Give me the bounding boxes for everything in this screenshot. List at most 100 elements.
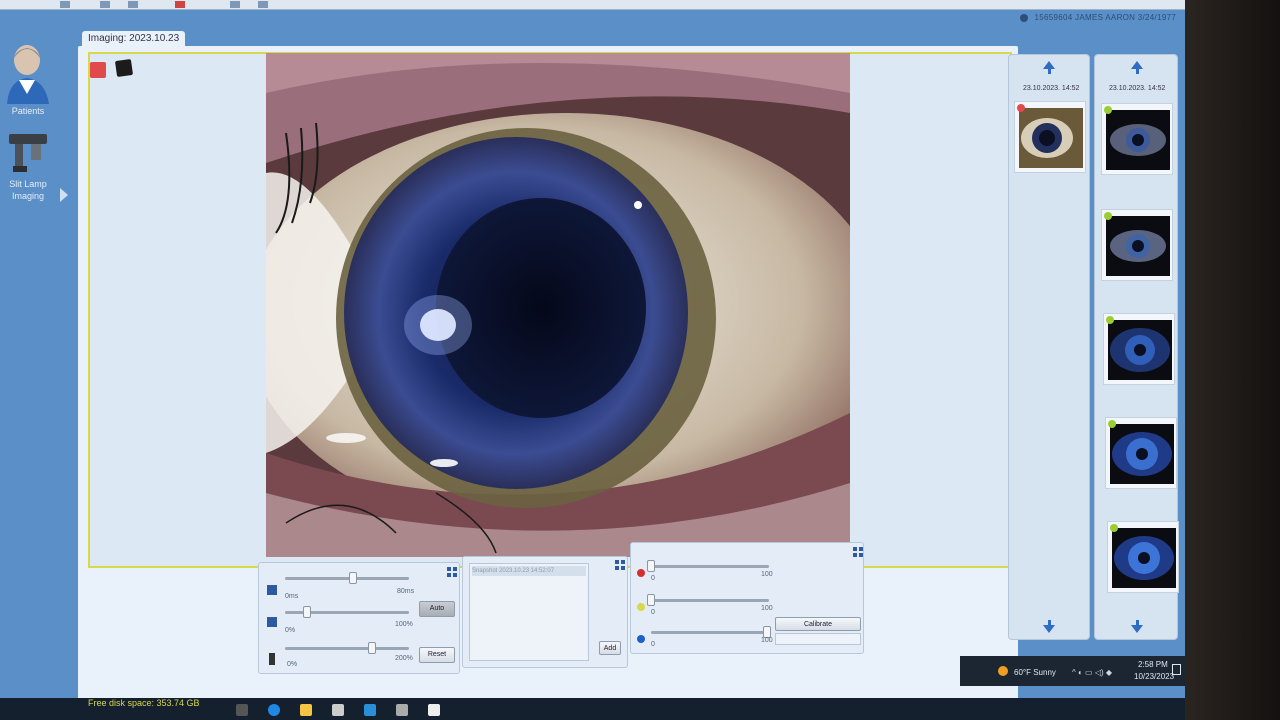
clock-date[interactable]: 10/23/2023 — [1134, 672, 1174, 681]
thumbnail[interactable] — [1105, 417, 1177, 489]
add-button[interactable]: Add — [599, 641, 621, 655]
check-badge — [1104, 212, 1112, 220]
slit-lamp-icon — [9, 134, 47, 172]
red-slider-track[interactable] — [651, 565, 769, 568]
gamma-max: 200% — [395, 655, 413, 662]
yellow-slider-thumb[interactable] — [647, 594, 655, 606]
calibrate-progress — [775, 633, 861, 645]
thumbnail-column-left: 23.10.2023. 14:52 — [1008, 54, 1090, 640]
expand-arrow-icon[interactable] — [60, 188, 68, 202]
calibrate-button[interactable]: Calibrate — [775, 617, 861, 631]
exposure-slider-thumb[interactable] — [349, 572, 358, 584]
weather-text[interactable]: 60°F Sunny — [1014, 668, 1056, 677]
scroll-up-icon[interactable] — [1043, 61, 1055, 69]
auto-button[interactable]: Auto — [419, 601, 455, 617]
yellow-slider-track[interactable] — [651, 599, 769, 602]
monitor-icon[interactable] — [114, 58, 134, 78]
yellow-min: 0 — [651, 609, 655, 616]
mail-icon[interactable] — [364, 704, 376, 716]
gamma-slider-thumb[interactable] — [367, 642, 376, 654]
task-view-icon[interactable] — [236, 704, 248, 716]
file-explorer-icon[interactable] — [300, 704, 312, 716]
thumbnail[interactable] — [1014, 101, 1086, 173]
gamma-icon — [269, 653, 275, 665]
patient-info-text: 15659604 JAMES AARON 3/24/1977 — [1034, 13, 1177, 22]
reset-button[interactable]: Reset — [419, 647, 455, 663]
yellow-channel-dot — [637, 603, 645, 611]
red-channel-dot — [637, 569, 645, 577]
red-min: 0 — [651, 575, 655, 582]
exposure-slider-track[interactable] — [285, 577, 409, 580]
monitor-bezel — [1185, 0, 1280, 720]
free-disk-space: Free disk space: 353.74 GB — [88, 698, 200, 708]
gain-slider-thumb[interactable] — [303, 606, 312, 618]
weather-icon — [998, 666, 1008, 676]
thumbnail-image — [1106, 216, 1170, 276]
clock-time[interactable]: 2:58 PM — [1138, 660, 1168, 669]
snapshot-entry[interactable]: Snapshot 2023.10.23 14:52:07 — [472, 566, 586, 576]
thumbnail-image — [1110, 424, 1174, 484]
patient-icon — [1020, 13, 1028, 22]
eye-photo — [266, 53, 850, 557]
grid-icon[interactable] — [447, 567, 457, 577]
check-badge — [1104, 106, 1112, 114]
toolbar-icon[interactable] — [128, 1, 138, 8]
tab-imaging[interactable]: Imaging: 2023.10.23 — [82, 31, 186, 48]
app-icon[interactable] — [396, 704, 408, 716]
check-badge — [1106, 316, 1114, 324]
scroll-down-icon[interactable] — [1043, 625, 1055, 633]
exposure-min: 0ms — [285, 593, 299, 600]
toolbar-icon[interactable] — [60, 1, 70, 8]
status-badge — [1017, 104, 1025, 112]
gain-min: 0% — [285, 627, 296, 634]
tray-icons[interactable]: ^ ◐ ▭ ◁) ◆ — [1072, 668, 1112, 677]
thumbnail-image — [1112, 528, 1176, 588]
scroll-up-stem — [1136, 69, 1139, 74]
thumbnail[interactable] — [1103, 313, 1175, 385]
exposure-max: 80ms — [397, 588, 415, 595]
notification-icon[interactable] — [1172, 664, 1181, 675]
store-icon[interactable] — [332, 704, 344, 716]
red-max: 100 — [761, 571, 773, 578]
thumbnail-image — [1106, 110, 1170, 170]
toolbar-icon[interactable] — [230, 1, 240, 8]
document-icon[interactable] — [428, 704, 440, 716]
scroll-down-icon[interactable] — [1131, 625, 1143, 633]
exposure-icon — [267, 585, 277, 595]
thumbnail[interactable] — [1101, 103, 1173, 175]
screen: 15659604 JAMES AARON 3/24/1977 Patients … — [0, 0, 1185, 720]
thumbnail-image — [1108, 320, 1172, 380]
scroll-down-stem — [1048, 620, 1051, 625]
toolbar-icon[interactable] — [258, 1, 268, 8]
blue-slider-track[interactable] — [651, 631, 769, 634]
red-slider-thumb[interactable] — [647, 560, 655, 572]
yellow-max: 100 — [761, 605, 773, 612]
scroll-up-icon[interactable] — [1131, 61, 1143, 69]
red-filter-icon[interactable] — [90, 62, 106, 78]
scroll-up-stem — [1048, 69, 1051, 74]
grid-icon[interactable] — [615, 560, 625, 570]
camera-settings-panel: 0ms 80ms 0% 100% 0% 200% Auto Reset — [258, 562, 460, 674]
system-tray: 60°F Sunny ^ ◐ ▭ ◁) ◆ 2:58 PM 10/23/2023 — [960, 656, 1185, 686]
nav-item-patients[interactable]: Patients — [0, 44, 56, 116]
grid-icon[interactable] — [853, 547, 863, 557]
gain-max: 100% — [395, 621, 413, 628]
check-badge — [1108, 420, 1116, 428]
thumbnail-date: 23.10.2023. 14:52 — [1109, 85, 1166, 92]
thumbnail-column-right: 23.10.2023. 14:52 — [1094, 54, 1179, 640]
thumbnail-image — [1019, 108, 1083, 168]
left-nav: Patients Slit Lamp Imaging — [0, 30, 70, 720]
toolbar-icon[interactable] — [175, 1, 185, 8]
blue-min: 0 — [651, 641, 655, 648]
gain-icon — [267, 617, 277, 627]
gamma-min: 0% — [287, 661, 298, 668]
snapshot-list[interactable]: Snapshot 2023.10.23 14:52:07 — [469, 563, 589, 661]
edge-icon[interactable] — [268, 704, 280, 716]
gamma-slider-track[interactable] — [285, 647, 409, 650]
blue-channel-dot — [637, 635, 645, 643]
patient-info: 15659604 JAMES AARON 3/24/1977 — [1020, 13, 1176, 22]
toolbar-icon[interactable] — [100, 1, 110, 8]
thumbnail[interactable] — [1107, 521, 1179, 593]
thumbnail[interactable] — [1101, 209, 1173, 281]
nav-item-slit-lamp-imaging[interactable]: Slit Lamp Imaging — [0, 130, 56, 202]
